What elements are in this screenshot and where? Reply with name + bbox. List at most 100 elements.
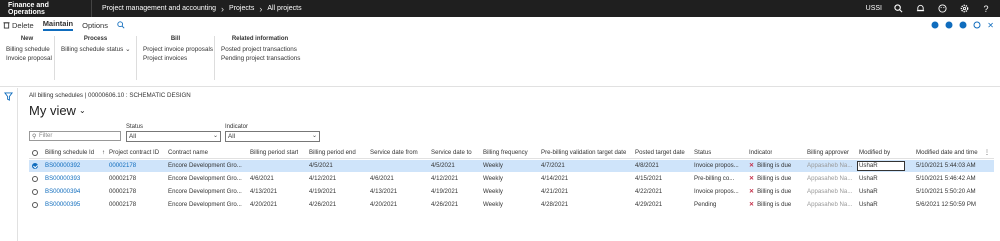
filter-input[interactable]: ⚲ Filter (29, 131, 121, 141)
project-contract-id-cell: 00002178 (109, 201, 137, 208)
table-row[interactable]: BS00000394 00002178 Encore Development G… (29, 186, 994, 198)
error-x-icon: ✕ (749, 201, 755, 208)
billing-schedule-id-link[interactable]: BS00000393 (45, 173, 80, 185)
contract-name-cell: Encore Development Gro... (168, 201, 242, 208)
row-select-radio[interactable] (32, 189, 38, 195)
row-select-radio[interactable] (32, 163, 38, 169)
contract-name-cell: Encore Development Gro... (168, 188, 242, 195)
pending-project-transactions-button[interactable]: Pending project transactions (221, 54, 300, 63)
column-header-posted-target-date[interactable]: Posted target date (635, 147, 685, 159)
close-icon[interactable]: ✕ (987, 21, 994, 31)
select-all-radio[interactable] (32, 150, 38, 156)
company-picker[interactable]: USSI (866, 5, 882, 12)
billing-approver-cell: Appasaheb Na... (807, 201, 853, 208)
office-icon[interactable] (945, 21, 953, 31)
indicator-filter-dropdown[interactable]: All ⌄ (225, 131, 320, 142)
billing-period-start-cell: 4/13/2021 (250, 188, 278, 195)
search-icon[interactable] (117, 21, 125, 29)
page-breadcrumb: All billing schedules | 00000606.10 : SC… (29, 92, 191, 99)
modified-by-cell: UshaR (859, 188, 878, 195)
modified-date-cell: 5/10/2021 5:46:42 AM (916, 175, 976, 182)
view-selector[interactable]: My view ⌄ (29, 103, 86, 118)
column-header-status[interactable]: Status (694, 147, 711, 159)
status-cell: Invoice propos... (694, 188, 739, 195)
billing-schedule-id-link[interactable]: BS00000392 (45, 160, 80, 172)
column-header-billing-schedule-id[interactable]: Billing schedule Id ↑ (45, 147, 105, 159)
contract-name-cell: Encore Development Gro... (168, 175, 242, 182)
column-header-modified-date-and-time[interactable]: Modified date and time (916, 147, 978, 159)
project-contract-id-cell: 00002178 (109, 188, 137, 195)
column-header-service-date-to[interactable]: Service date to (431, 147, 472, 159)
help-icon[interactable]: ? (980, 3, 992, 15)
modified-by-input[interactable]: UshaR (857, 161, 905, 171)
table-row[interactable]: BS00000393 00002178 Encore Development G… (29, 173, 994, 185)
row-select-radio[interactable] (32, 202, 38, 208)
table-row[interactable]: BS00000392 00002178 Encore Development G… (29, 160, 994, 172)
project-contract-id-link[interactable]: 00002178 (109, 160, 136, 172)
column-options-icon[interactable]: ⋮ (984, 147, 990, 159)
chevron-down-icon: ⌄ (311, 133, 317, 139)
service-date-from-cell: 4/13/2021 (370, 188, 398, 195)
group-new: New Billing schedule Invoice proposal (0, 36, 55, 80)
project-contract-id-cell: 00002178 (109, 175, 137, 182)
service-date-to-cell: 4/26/2021 (431, 201, 459, 208)
chevron-down-icon: ⌄ (125, 46, 131, 53)
billing-approver-cell: Appasaheb Na... (807, 188, 853, 195)
trash-icon (3, 22, 10, 29)
breadcrumb-item-module[interactable]: Project management and accounting (102, 5, 216, 12)
column-header-billing-period-end[interactable]: Billing period end (309, 147, 356, 159)
posted-target-date-cell: 4/22/2021 (635, 188, 663, 195)
status-filter-label: Status (126, 124, 144, 130)
action-pane: Delete Maintain Options ✕ New Billing sc… (0, 17, 1000, 87)
gear-icon[interactable] (958, 3, 970, 15)
row-select-radio[interactable] (32, 176, 38, 182)
status-filter-dropdown[interactable]: All ⌄ (126, 131, 221, 142)
filter-pane-rail (0, 88, 18, 241)
status-cell: Pre-billing co... (694, 175, 735, 182)
table-row[interactable]: BS00000395 00002178 Encore Development G… (29, 199, 994, 211)
column-header-billing-frequency[interactable]: Billing frequency (483, 147, 528, 159)
column-header-billing-approver[interactable]: Billing approver (807, 147, 849, 159)
breadcrumb: Project management and accounting › Proj… (92, 4, 302, 14)
chevron-down-icon: ⌄ (212, 133, 218, 139)
error-x-icon: ✕ (749, 162, 755, 169)
pre-billing-validation-date-cell: 4/21/2021 (541, 188, 569, 195)
billing-frequency-cell: Weekly (483, 188, 503, 195)
posted-project-transactions-button[interactable]: Posted project transactions (221, 45, 299, 54)
tab-maintain[interactable]: Maintain (42, 19, 74, 31)
project-invoices-button[interactable]: Project invoices (143, 54, 208, 63)
diamond-icon[interactable] (931, 21, 939, 31)
delete-button[interactable]: Delete (3, 21, 34, 30)
column-header-contract-name[interactable]: Contract name (168, 147, 208, 159)
billing-schedule-id-link[interactable]: BS00000394 (45, 186, 80, 198)
column-header-indicator[interactable]: Indicator (749, 147, 772, 159)
billing-schedule-id-link[interactable]: BS00000395 (45, 199, 80, 211)
column-header-project-contract-id[interactable]: Project contract ID (109, 147, 159, 159)
funnel-icon[interactable] (4, 92, 13, 101)
tab-options[interactable]: Options (82, 21, 108, 30)
column-header-pre-billing-validation-target-date[interactable]: Pre-billing validation target date (541, 147, 626, 159)
sort-ascending-icon: ↑ (101, 149, 105, 156)
contract-name-cell: Encore Development Gro... (168, 162, 242, 169)
status-cell: Pending (694, 201, 717, 208)
modified-date-cell: 5/6/2021 12:50:59 PM (916, 201, 976, 208)
column-header-modified-by[interactable]: Modified by (859, 147, 890, 159)
billing-period-start-cell: 4/20/2021 (250, 201, 278, 208)
service-date-from-cell: 4/6/2021 (370, 175, 394, 182)
bell-icon[interactable] (914, 3, 926, 15)
invoice-proposal-button[interactable]: Invoice proposal (6, 54, 52, 63)
column-header-billing-period-start[interactable]: Billing period start (250, 147, 298, 159)
billing-frequency-cell: Weekly (483, 201, 503, 208)
smiley-icon[interactable] (936, 3, 948, 15)
breadcrumb-item-projects[interactable]: Projects (229, 5, 254, 12)
search-icon[interactable] (892, 3, 904, 15)
attachment-icon[interactable] (959, 21, 967, 31)
pre-billing-validation-date-cell: 4/7/2021 (541, 162, 565, 169)
billing-schedule-button[interactable]: Billing schedule (6, 45, 50, 54)
project-invoice-proposals-button[interactable]: Project invoice proposals (143, 45, 213, 54)
refresh-icon[interactable] (973, 21, 981, 31)
billing-schedule-status-menu[interactable]: Billing schedule status ⌄ (61, 45, 130, 54)
breadcrumb-item-all-projects[interactable]: All projects (267, 5, 301, 12)
column-header-service-date-from[interactable]: Service date from (370, 147, 418, 159)
app-title[interactable]: Finance and Operations (0, 0, 92, 17)
